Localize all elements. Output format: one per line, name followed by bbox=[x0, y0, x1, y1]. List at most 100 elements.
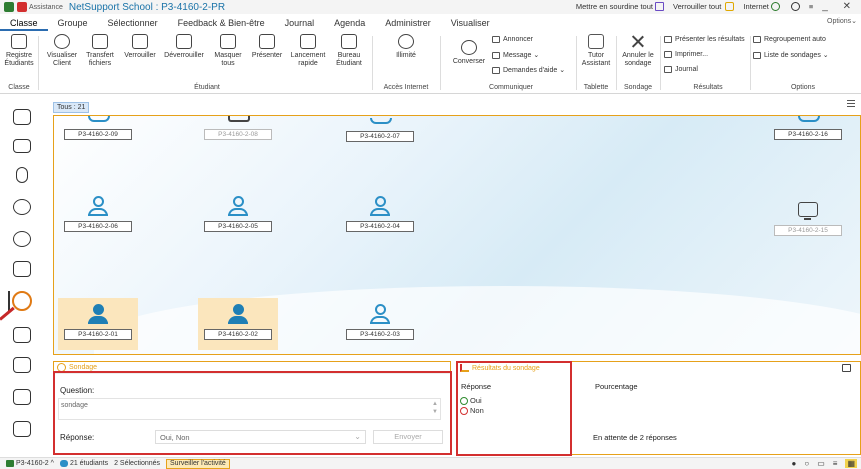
tab-all-students[interactable]: Tous : 21 bbox=[53, 101, 90, 113]
menu-bar: Classe Groupe Sélectionner Feedback & Bi… bbox=[0, 15, 861, 31]
mute-all-button[interactable]: Mettre en sourdine tout bbox=[576, 2, 664, 12]
regroupement-item[interactable]: Regroupement auto bbox=[753, 36, 826, 43]
grid-view-icon[interactable]: ▦ bbox=[845, 459, 857, 468]
selected-count[interactable]: 2 Sélectionnés bbox=[114, 460, 160, 467]
annuler-sondage-button[interactable]: Annuler le sondage bbox=[618, 34, 658, 68]
student-icon bbox=[370, 118, 392, 124]
question-input[interactable]: sondage bbox=[58, 398, 441, 420]
user-icon[interactable]: ○ bbox=[804, 459, 809, 468]
list-view-icon[interactable]: ≡ bbox=[833, 459, 838, 468]
assistance-icon[interactable] bbox=[17, 2, 27, 12]
transfert-button[interactable]: Transfert fichiers bbox=[82, 34, 118, 68]
users-icon[interactable]: ● bbox=[792, 459, 797, 468]
tab-journal[interactable]: Journal bbox=[275, 15, 325, 31]
student-label: P3-4160-2-15 bbox=[774, 225, 842, 236]
printer-icon[interactable] bbox=[13, 327, 31, 343]
separator bbox=[440, 36, 441, 90]
journal-icon bbox=[664, 66, 672, 73]
presenter-resultats-item[interactable]: Présenter les résultats bbox=[664, 36, 745, 43]
cross-circle-icon bbox=[460, 406, 468, 415]
masquer-button[interactable]: Masquer tous bbox=[210, 34, 246, 68]
globe-icon[interactable] bbox=[13, 231, 31, 247]
detach-icon[interactable] bbox=[842, 364, 851, 372]
student-tile[interactable]: P3-4160-2-05 bbox=[198, 190, 278, 242]
survey-icon[interactable] bbox=[13, 421, 31, 437]
machine-status[interactable]: P3-4160-2 ^ bbox=[6, 460, 54, 467]
tab-groupe[interactable]: Groupe bbox=[48, 15, 98, 31]
tab-visualiser[interactable]: Visualiser bbox=[441, 15, 500, 31]
group-label-acces: Accès Internet bbox=[383, 84, 429, 91]
visualiser-button[interactable]: Visualiser Client bbox=[44, 34, 80, 68]
registre-button[interactable]: Registre Étudiants bbox=[4, 34, 34, 68]
verrouiller-button[interactable]: Verrouiller bbox=[120, 34, 160, 60]
menu-icon[interactable]: ≡ bbox=[809, 2, 813, 11]
send-button[interactable]: Envoyer bbox=[373, 430, 443, 444]
student-label: P3-4160-2-09 bbox=[64, 129, 132, 140]
tray-icon[interactable] bbox=[13, 357, 31, 373]
separator bbox=[38, 36, 39, 90]
group-label-tablette: Tablette bbox=[583, 84, 609, 91]
bureau-button[interactable]: Bureau Étudiant bbox=[330, 34, 368, 68]
response-select[interactable]: Oui, Non ⌄ bbox=[155, 430, 366, 444]
student-tile-selected[interactable]: P3-4160-2-01 bbox=[58, 298, 138, 350]
tutor-button[interactable]: Tutor Assistant bbox=[578, 34, 614, 68]
journal-item[interactable]: Journal bbox=[664, 66, 698, 73]
home-icon[interactable] bbox=[13, 109, 31, 125]
clock-icon[interactable] bbox=[790, 2, 800, 11]
assistance-label[interactable]: Assistance bbox=[29, 4, 63, 11]
student-tile-selected[interactable]: P3-4160-2-02 bbox=[198, 298, 278, 350]
tab-selectionner[interactable]: Sélectionner bbox=[98, 15, 168, 31]
message-item[interactable]: Message ⌄ bbox=[492, 51, 539, 59]
student-label: P3-4160-2-05 bbox=[204, 221, 272, 232]
screen-icon[interactable] bbox=[13, 139, 31, 153]
students-count[interactable]: 21 étudiants bbox=[59, 460, 109, 467]
liste-sondages-item[interactable]: Liste de sondages ⌄ bbox=[753, 51, 829, 59]
deverrouiller-button[interactable]: Déverrouiller bbox=[160, 34, 208, 60]
message-label: Message bbox=[503, 51, 532, 59]
group-label-etudiant: Étudiant bbox=[194, 84, 220, 91]
chart-icon bbox=[460, 364, 469, 372]
apps-icon[interactable] bbox=[13, 199, 31, 215]
imprimer-item[interactable]: Imprimer... bbox=[664, 51, 708, 58]
window-icon[interactable] bbox=[13, 261, 31, 277]
presenter-button[interactable]: Présenter bbox=[248, 34, 286, 60]
text-icon[interactable] bbox=[13, 389, 31, 405]
response-value: Oui, Non bbox=[160, 433, 190, 442]
lock-all-button[interactable]: Verrouiller tout bbox=[673, 2, 735, 12]
poll-icon[interactable] bbox=[12, 291, 32, 311]
student-tile[interactable]: P3-4160-2-09 bbox=[58, 116, 138, 150]
student-tile[interactable]: P3-4160-2-03 bbox=[340, 298, 420, 350]
hamburger-icon[interactable] bbox=[847, 100, 855, 107]
monitor-activity-label: Surveiller l'activité bbox=[170, 459, 226, 467]
register-icon bbox=[11, 34, 27, 49]
tab-classe[interactable]: Classe bbox=[0, 15, 48, 31]
title-bar: Assistance NetSupport School : P3-4160-2… bbox=[0, 0, 861, 14]
microphone-icon[interactable] bbox=[16, 167, 28, 183]
converser-button[interactable]: Converser bbox=[450, 40, 488, 66]
tab-administrer[interactable]: Administrer bbox=[375, 15, 441, 31]
question-scrollbar[interactable]: ▲ ▼ bbox=[431, 400, 439, 418]
screen-view-icon[interactable]: ▭ bbox=[817, 459, 825, 468]
regroupement-label: Regroupement auto bbox=[764, 36, 826, 43]
tab-agenda[interactable]: Agenda bbox=[324, 15, 375, 31]
demandes-item[interactable]: Demandes d'aide ⌄ bbox=[492, 66, 565, 74]
student-tile[interactable]: P3-4160-2-15 bbox=[768, 194, 848, 246]
illimite-button[interactable]: Illimité bbox=[390, 34, 422, 60]
annoncer-item[interactable]: Annoncer bbox=[492, 36, 533, 43]
student-tile[interactable]: P3-4160-2-16 bbox=[768, 116, 848, 150]
launch-icon bbox=[300, 34, 316, 49]
student-tile[interactable]: P3-4160-2-08 bbox=[198, 116, 278, 150]
lancement-label: Lancement rapide bbox=[290, 52, 326, 67]
tab-feedback[interactable]: Feedback & Bien-être bbox=[168, 15, 275, 31]
lancement-button[interactable]: Lancement rapide bbox=[288, 34, 328, 68]
options-menu[interactable]: Options⌄ bbox=[827, 17, 857, 25]
monitor-icon bbox=[220, 34, 236, 49]
group-label-classe: Classe bbox=[8, 84, 30, 91]
student-tile[interactable]: P3-4160-2-06 bbox=[58, 190, 138, 242]
window-controls[interactable]: _ ✕ bbox=[822, 1, 857, 12]
student-tile[interactable]: P3-4160-2-04 bbox=[340, 190, 420, 242]
students-count-label: 21 étudiants bbox=[69, 460, 109, 467]
internet-button[interactable]: Internet bbox=[743, 2, 780, 12]
monitor-activity-button[interactable]: Surveiller l'activité bbox=[166, 458, 230, 469]
student-tile[interactable]: P3-4160-2-07 bbox=[340, 116, 420, 152]
